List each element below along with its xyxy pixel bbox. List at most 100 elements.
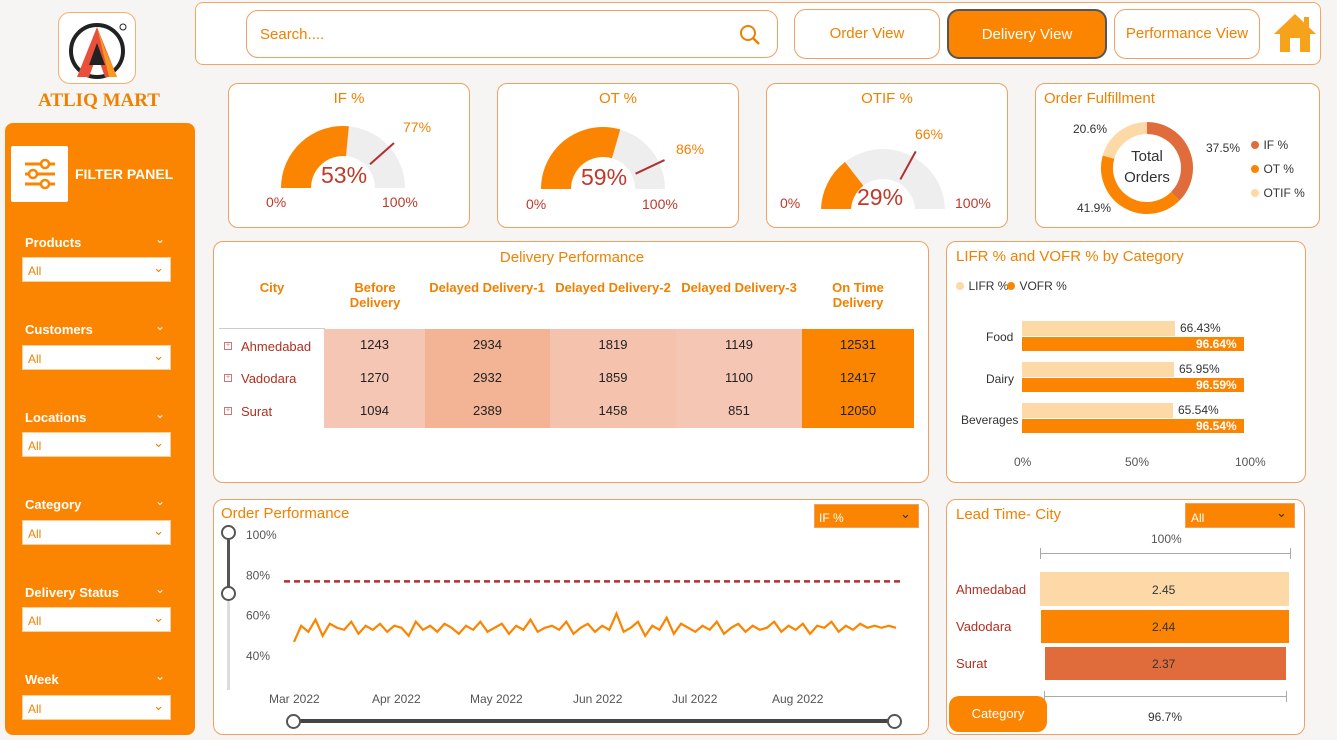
vofr-data-label: 96.54%: [1196, 419, 1237, 433]
filter-locations-value: All: [28, 439, 42, 453]
lead-time-dropdown-value: All: [1191, 511, 1205, 525]
city-cell: Vadodara: [241, 371, 297, 386]
column-header[interactable]: City: [244, 280, 300, 295]
chevron-down-icon[interactable]: ⌄: [155, 494, 165, 508]
category-button[interactable]: Category: [949, 696, 1047, 732]
table-cell: 12531: [802, 329, 914, 362]
gauge-max-label: 100%: [382, 194, 418, 210]
column-header[interactable]: On Time Delivery: [814, 280, 902, 310]
category-label: Beverages: [961, 413, 1019, 427]
legend-label: IF %: [1263, 138, 1289, 152]
legend-label: OT %: [1263, 162, 1294, 176]
city-cell: Surat: [241, 404, 273, 419]
chevron-down-icon[interactable]: ⌄: [155, 407, 165, 421]
chevron-down-icon: ⌄: [153, 610, 164, 625]
filter-products-select[interactable]: All ⌄: [22, 257, 171, 282]
x-tick-label: May 2022: [470, 692, 523, 706]
filter-delivery-status-select[interactable]: All ⌄: [22, 607, 171, 632]
order-fulfillment-card: Order Fulfillment Total Orders 37.5% 41.…: [1035, 83, 1320, 228]
search-placeholder: Search....: [260, 26, 325, 43]
x-tick-label: 50%: [1125, 455, 1150, 469]
home-icon[interactable]: [1272, 12, 1318, 54]
slider-handle[interactable]: [887, 714, 902, 729]
gauge-max-label: 100%: [642, 196, 678, 212]
filter-customers-select[interactable]: All ⌄: [22, 345, 171, 370]
gauge-min-label: 0%: [526, 196, 547, 212]
filter-delivery-status-value: All: [28, 614, 42, 628]
column-header-line: Delivery: [832, 295, 884, 310]
chevron-down-icon: ⌄: [153, 435, 164, 450]
chevron-down-icon[interactable]: ⌄: [155, 582, 165, 596]
table-cell: 1149: [676, 329, 802, 362]
expand-row-icon[interactable]: +: [224, 407, 232, 415]
filter-locations-select[interactable]: All ⌄: [22, 432, 171, 457]
column-header[interactable]: Delayed Delivery-3: [677, 280, 801, 295]
column-header[interactable]: Delayed Delivery-2: [551, 280, 675, 295]
expand-row-icon[interactable]: +: [224, 342, 232, 350]
column-header-line: Before: [354, 280, 396, 295]
order-performance-line-chart: 100% 80% 60% 40% Mar 2022 Apr 2022 May 2022 Jun…: [246, 528, 904, 706]
x-tick-label: Mar 2022: [269, 692, 320, 706]
bar-data-label: 2.45: [1152, 583, 1176, 597]
legend-label: OTIF %: [1263, 186, 1305, 200]
table-cell: 1100: [676, 362, 802, 395]
scale-line: [1044, 696, 1286, 697]
y-tick-label: 40%: [246, 649, 270, 663]
lead-time-dropdown[interactable]: All ⌄: [1185, 503, 1295, 528]
lifr-data-label: 66.43%: [1180, 321, 1221, 335]
filter-week-value: All: [28, 702, 42, 716]
delivery-performance-card: Delivery Performance City Before Deliver…: [213, 241, 929, 483]
slider-handle[interactable]: [286, 714, 301, 729]
performance-view-button[interactable]: Performance View: [1114, 9, 1260, 59]
table-cell: 12417: [802, 362, 914, 395]
lifr-vofr-title: LIFR % and VOFR % by Category: [956, 248, 1184, 265]
filter-customers-value: All: [28, 352, 42, 366]
chevron-down-icon: ⌄: [153, 698, 164, 713]
divider: [219, 328, 325, 329]
donut-center-label: Orders: [1124, 169, 1170, 186]
expand-row-icon[interactable]: +: [224, 374, 232, 382]
city-cell: Ahmedabad: [241, 339, 312, 354]
top-navigation-bar: Search.... Order View Delivery View Perf…: [195, 2, 1321, 65]
order-fulfillment-donut: [1101, 122, 1193, 214]
chevron-down-icon[interactable]: ⌄: [155, 319, 165, 333]
column-header[interactable]: Delayed Delivery-1: [425, 280, 549, 295]
legend-item: OTIF %: [1251, 184, 1305, 202]
chevron-down-icon[interactable]: ⌄: [155, 232, 165, 246]
filter-products-label: Products: [25, 235, 82, 250]
series-line: [292, 610, 897, 643]
filter-week-select[interactable]: All ⌄: [22, 695, 171, 720]
legend-label: LIFR %: [968, 279, 1009, 293]
table-cell: 1270: [324, 362, 425, 395]
filter-category-select[interactable]: All ⌄: [22, 520, 171, 545]
search-icon[interactable]: [739, 24, 761, 46]
kpi-value: 29%: [857, 184, 904, 210]
scale-tick: [1290, 548, 1291, 559]
legend-swatch: [1251, 189, 1259, 197]
x-tick-label: Jul 2022: [672, 692, 718, 706]
city-label: Ahmedabad: [956, 582, 1027, 597]
filter-locations-label: Locations: [25, 410, 87, 425]
kpi-card-ot: OT % 59% 0% 100% 86%: [497, 83, 739, 228]
gauge-min-label: 0%: [780, 195, 801, 211]
gauge-max-label: 100%: [955, 195, 991, 211]
order-view-button[interactable]: Order View: [794, 9, 940, 59]
chevron-down-icon[interactable]: ⌄: [155, 669, 165, 683]
chevron-down-icon: ⌄: [153, 348, 164, 363]
date-range-slider-track[interactable]: [293, 719, 895, 723]
legend-label: VOFR %: [1019, 279, 1067, 293]
delivery-view-button[interactable]: Delivery View: [947, 9, 1107, 59]
column-header[interactable]: Before Delivery: [329, 280, 421, 310]
y-tick-label: 100%: [246, 528, 277, 542]
legend-swatch: [1251, 165, 1259, 173]
search-input[interactable]: Search....: [246, 10, 778, 58]
scale-line: [1040, 553, 1290, 554]
filter-panel-title: FILTER PANEL: [75, 166, 174, 182]
x-tick-label: 0%: [1014, 455, 1032, 469]
x-tick-label: Aug 2022: [772, 692, 824, 706]
category-label: Dairy: [986, 372, 1015, 386]
brand-name: ATLIQ MART: [38, 90, 160, 111]
legend-swatch: [1251, 141, 1259, 149]
chevron-down-icon: ⌄: [153, 523, 164, 538]
category-label: Food: [986, 330, 1014, 344]
